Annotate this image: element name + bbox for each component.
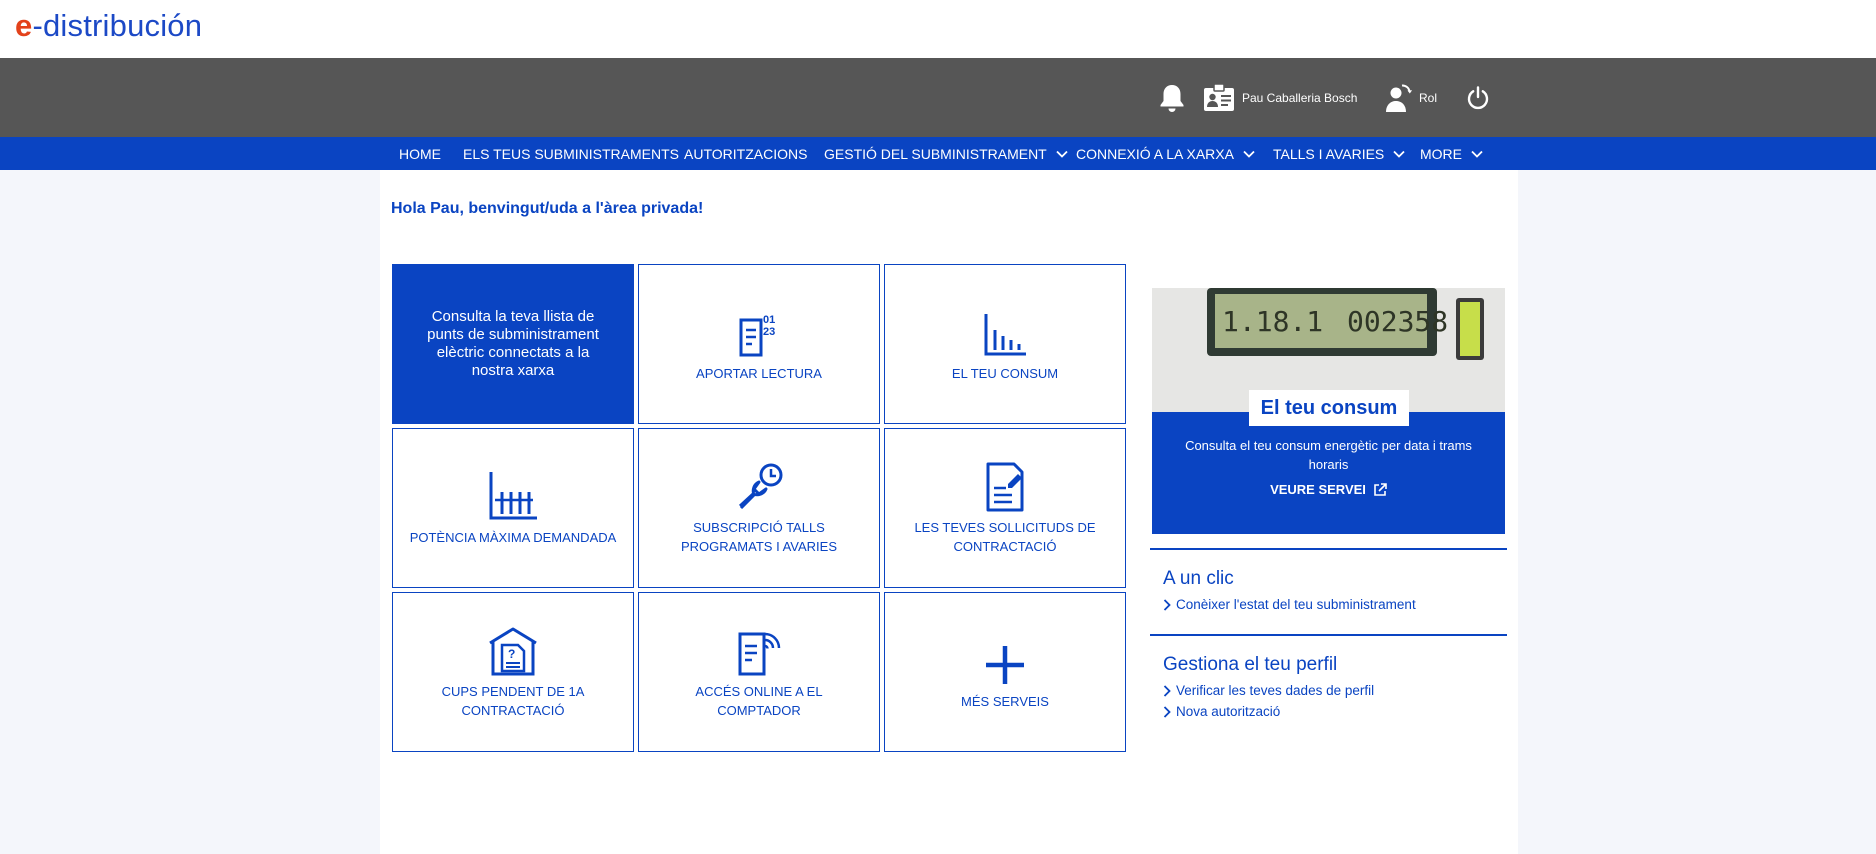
house-question-icon: ? — [489, 627, 537, 676]
profile-section: Gestiona el teu perfil Verificar les tev… — [1150, 634, 1507, 722]
role-label: Rol — [1419, 90, 1438, 105]
tile-icon-wrap — [735, 624, 783, 676]
nav-label: TALLS I AVARIES — [1273, 145, 1385, 162]
plus-icon — [986, 645, 1024, 684]
role-button[interactable]: Rol — [1383, 58, 1437, 137]
meter-display-left: 1.18.1 — [1222, 305, 1323, 338]
bell-icon — [1160, 84, 1184, 112]
svg-text:01: 01 — [763, 314, 775, 326]
nav-authorizations[interactable]: AUTORITZACIONS — [684, 137, 807, 170]
document-edit-icon — [986, 462, 1024, 512]
link-label: Nova autorització — [1176, 704, 1281, 719]
chevron-right-icon — [1163, 598, 1171, 611]
supply-status-link[interactable]: Conèixer l'estat del teu subministrament — [1163, 594, 1507, 615]
tile-consumption[interactable]: EL TEU CONSUM — [884, 264, 1126, 424]
nav-label: HOME — [399, 145, 441, 162]
chevron-right-icon — [1163, 684, 1171, 697]
top-bar: Pau Caballeria Bosch Rol — [0, 58, 1876, 137]
tile-label: LES TEVES SOLLICITUDS DE CONTRACTACIÓ — [914, 520, 1096, 554]
profile-title: Gestiona el teu perfil — [1163, 654, 1338, 675]
id-card-icon — [1204, 82, 1234, 111]
svg-text:?: ? — [508, 647, 515, 661]
tile-label: EL TEU CONSUM — [951, 365, 1059, 381]
tile-icon-wrap: ? — [487, 624, 539, 676]
tile-label: SUBSCRIPCIÓ TALLS PROGRAMATS I AVARIES — [680, 520, 838, 554]
greeting-text: Hola Pau, benvingut/uda a l'àrea privada… — [391, 200, 704, 217]
nav-label: GESTIÓ DEL SUBMINISTRAMENT — [824, 145, 1047, 162]
tile-text: Consulta la teva llista de punts de subm… — [427, 308, 599, 379]
chevron-right-icon — [1163, 705, 1171, 718]
notifications-button[interactable] — [1156, 58, 1188, 137]
external-link-icon — [1374, 482, 1387, 496]
nav-label: ELS TEUS SUBMINISTRAMENTS — [463, 145, 680, 162]
nav-label: CONNEXIÓ A LA XARXA — [1076, 145, 1234, 162]
tile-more-services[interactable]: MÉS SERVEIS — [884, 592, 1126, 752]
chevron-down-icon — [1471, 150, 1483, 158]
meter-reading-icon: 01 23 — [739, 314, 775, 356]
tile-supply-points[interactable]: Consulta la teva llista de punts de subm… — [392, 264, 634, 424]
user-profile-button[interactable]: Pau Caballeria Bosch — [1203, 58, 1357, 137]
promo-card[interactable]: 1.18.1 002358 El teu consum Consulta el … — [1152, 288, 1505, 534]
promo-title: El teu consum — [1249, 390, 1409, 426]
main-nav: HOME ELS TEUS SUBMINISTRAMENTS AUTORITZA… — [0, 137, 1876, 170]
nav-supply-management[interactable]: GESTIÓ DEL SUBMINISTRAMENT — [824, 137, 1068, 170]
tile-label: POTÈNCIA MÀXIMA DEMANDADA — [409, 529, 617, 545]
tile-icon-wrap — [983, 634, 1027, 686]
verify-profile-link[interactable]: Verificar les teves dades de perfil — [1163, 680, 1507, 701]
chevron-down-icon — [1243, 150, 1255, 158]
user-name: Pau Caballeria Bosch — [1242, 90, 1358, 105]
link-label: Verificar les teves dades de perfil — [1176, 683, 1375, 698]
tile-icon-wrap — [982, 306, 1028, 358]
logo[interactable]: e-distribución — [15, 8, 202, 44]
role-switch-icon — [1386, 84, 1413, 112]
nav-outages[interactable]: TALLS I AVARIES — [1273, 137, 1405, 170]
tile-icon-wrap: 01 23 — [736, 306, 782, 358]
tile-label: CUPS PENDENT DE 1A CONTRACTACIÓ — [441, 684, 585, 718]
nav-home[interactable]: HOME — [399, 137, 441, 170]
link-label: Conèixer l'estat del teu subministrament — [1176, 597, 1416, 612]
logo-text: -distribución — [32, 8, 203, 43]
tile-icon-wrap — [487, 470, 539, 522]
tile-submit-reading[interactable]: 01 23 APORTAR LECTURA — [638, 264, 880, 424]
promo-description: Consulta el teu consum energètic per dat… — [1185, 438, 1472, 472]
consumption-chart-icon — [984, 313, 1026, 355]
svg-text:23: 23 — [763, 326, 775, 338]
tile-icon-wrap — [982, 460, 1028, 512]
quick-links-title: A un clic — [1163, 568, 1234, 589]
nav-supplies[interactable]: ELS TEUS SUBMINISTRAMENTS — [463, 137, 679, 170]
online-meter-icon — [738, 632, 781, 676]
meter-display-right: 002358 — [1347, 305, 1448, 338]
view-service-link[interactable]: VEURE SERVEI — [1152, 482, 1505, 497]
tile-online-meter[interactable]: ACCÉS ONLINE A EL COMPTADOR — [638, 592, 880, 752]
new-authorization-link[interactable]: Nova autorització — [1163, 701, 1507, 722]
nav-more[interactable]: MORE — [1420, 137, 1483, 170]
max-power-chart-icon — [489, 471, 537, 519]
wrench-clock-icon — [738, 463, 783, 510]
nav-label: AUTORITZACIONS — [684, 145, 808, 162]
chevron-down-icon — [1393, 150, 1405, 158]
tile-outage-subscription[interactable]: SUBSCRIPCIÓ TALLS PROGRAMATS I AVARIES — [638, 428, 880, 588]
nav-label: MORE — [1420, 145, 1462, 162]
power-icon — [1467, 85, 1489, 109]
view-service-label: VEURE SERVEI — [1270, 482, 1366, 497]
logo-bar: e-distribución — [0, 0, 1876, 58]
tile-max-power[interactable]: POTÈNCIA MÀXIMA DEMANDADA — [392, 428, 634, 588]
chevron-down-icon — [1056, 150, 1068, 158]
tile-label: APORTAR LECTURA — [696, 365, 822, 381]
tile-label: ACCÉS ONLINE A EL COMPTADOR — [695, 684, 823, 718]
logo-e: e — [15, 8, 33, 43]
tile-contract-requests[interactable]: LES TEVES SOLLICITUDS DE CONTRACTACIÓ — [884, 428, 1126, 588]
tile-cups-pending[interactable]: ? CUPS PENDENT DE 1A CONTRACTACIÓ — [392, 592, 634, 752]
quick-links-section: A un clic Conèixer l'estat del teu submi… — [1150, 548, 1507, 615]
tile-label: MÉS SERVEIS — [961, 693, 1049, 709]
nav-grid-connection[interactable]: CONNEXIÓ A LA XARXA — [1076, 137, 1255, 170]
tile-icon-wrap — [733, 460, 785, 512]
logout-button[interactable] — [1465, 58, 1491, 137]
